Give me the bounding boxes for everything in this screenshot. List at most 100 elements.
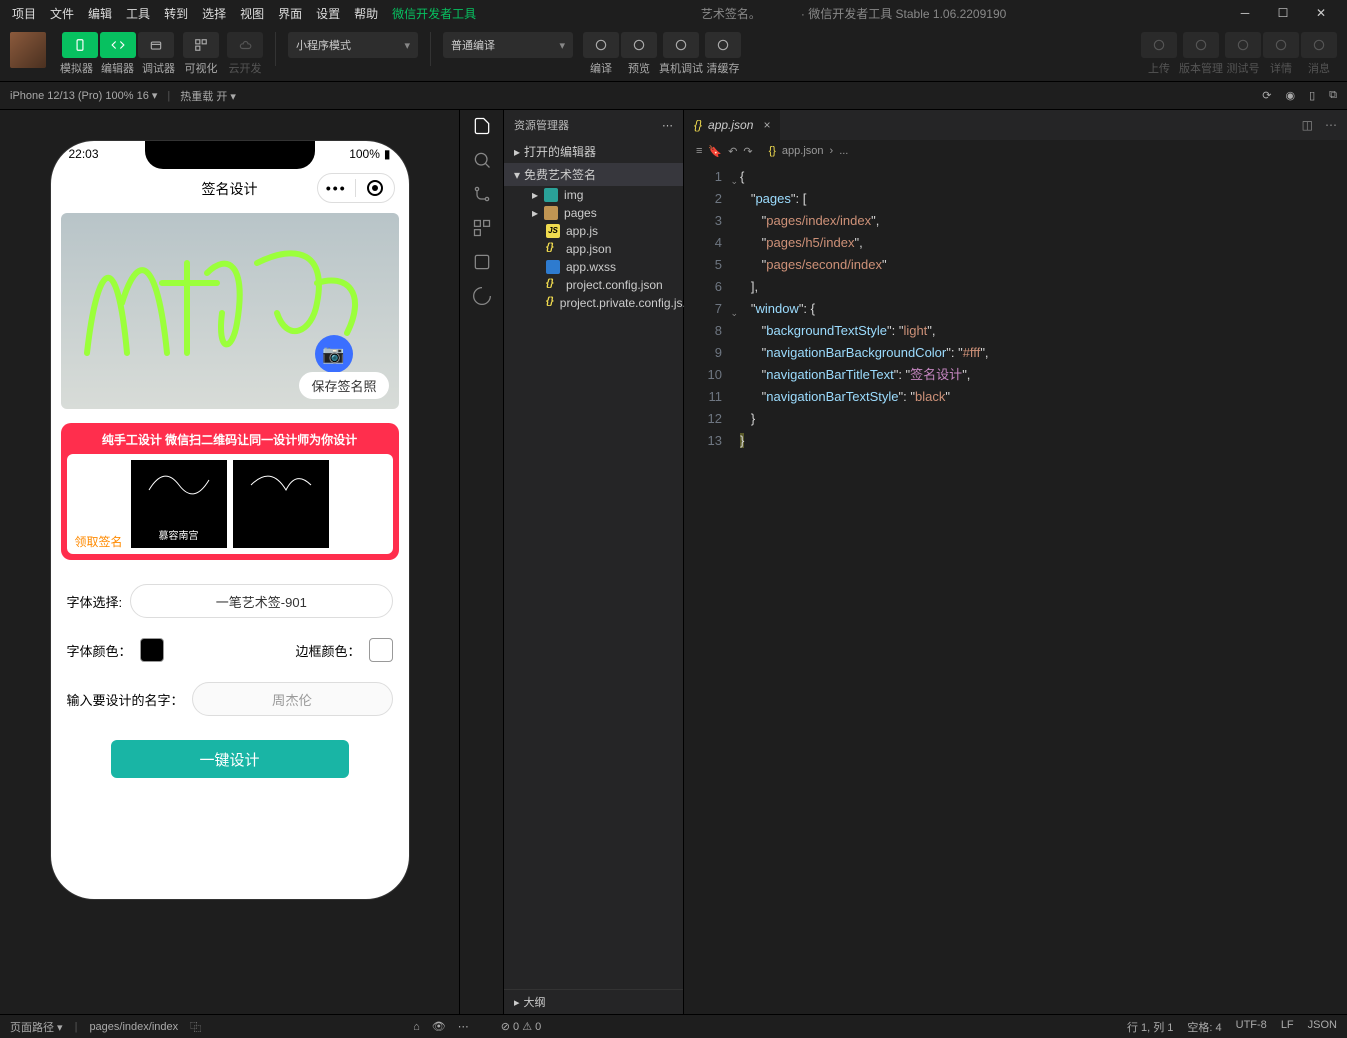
bug-icon[interactable]: ⌂ xyxy=(413,1021,420,1033)
menu-item[interactable]: 项目 xyxy=(12,5,36,22)
save-button[interactable]: 保存签名照 xyxy=(299,372,388,399)
design-button[interactable]: 一键设计 xyxy=(111,740,349,778)
page-path[interactable]: pages/index/index xyxy=(89,1021,178,1033)
copy-icon[interactable]: ⿻ xyxy=(190,1019,201,1035)
promo-box: 纯手工设计 微信扫二维码让同一设计师为你设计 慕容南宫 领取签名 xyxy=(61,423,399,560)
minimize-button[interactable]: ─ xyxy=(1231,4,1259,22)
capsule[interactable]: ••• xyxy=(317,173,395,203)
hot-reload[interactable]: 热重载 开 ▾ xyxy=(180,88,236,104)
refresh-icon[interactable]: ⟳ xyxy=(1262,89,1271,102)
menu-item[interactable]: 设置 xyxy=(316,5,340,22)
compile-select[interactable]: 普通编译▾ xyxy=(443,32,573,58)
tree-item[interactable]: {}project.private.config.js... xyxy=(504,294,683,312)
menu-item[interactable]: 界面 xyxy=(278,5,302,22)
split-icon[interactable]: ◫ xyxy=(1302,118,1313,132)
avatar[interactable] xyxy=(10,32,46,68)
window-title: · 微信开发者工具 Stable 1.06.2209190 xyxy=(801,5,1006,22)
sample-1[interactable]: 慕容南宫 xyxy=(131,460,227,548)
simulator-toggle[interactable] xyxy=(62,32,98,58)
menu-item[interactable]: 视图 xyxy=(240,5,264,22)
project-root[interactable]: ▾ 免费艺术签名 xyxy=(504,163,683,186)
sample-2[interactable] xyxy=(233,460,329,548)
problems[interactable]: ⊘ 0 ⚠ 0 xyxy=(501,1020,541,1033)
menu-item[interactable]: 微信开发者工具 xyxy=(392,5,476,22)
eol[interactable]: LF xyxy=(1281,1019,1294,1035)
toolbar-button[interactable] xyxy=(1141,32,1177,58)
lang[interactable]: JSON xyxy=(1308,1019,1337,1035)
breadcrumb[interactable]: ≡🔖↶↷{}app.json›... xyxy=(684,140,1347,162)
menu-item[interactable]: 文件 xyxy=(50,5,74,22)
device-icon[interactable]: ▯ xyxy=(1309,89,1315,102)
mode-select[interactable]: 小程序模式▾ xyxy=(288,32,418,58)
search-icon[interactable] xyxy=(472,150,492,170)
tree-item[interactable]: app.wxss xyxy=(504,258,683,276)
cursor-pos[interactable]: 行 1, 列 1 xyxy=(1127,1019,1173,1035)
page-path-label[interactable]: 页面路径 ▾ xyxy=(10,1019,63,1035)
open-editors[interactable]: ▸ 打开的编辑器 xyxy=(504,140,683,163)
code-area[interactable]: 1⌄{2 "pages": [3 "pages/index/index",4 "… xyxy=(684,162,1347,1014)
encoding[interactable]: UTF-8 xyxy=(1236,1019,1267,1035)
record-icon[interactable]: ◉ xyxy=(1285,89,1295,102)
maximize-button[interactable]: ☐ xyxy=(1269,4,1297,22)
visual-toggle[interactable] xyxy=(183,32,219,58)
menu-item[interactable]: 工具 xyxy=(126,5,150,22)
camera-icon[interactable]: 📷 xyxy=(315,335,353,373)
toolbar-button[interactable] xyxy=(1301,32,1337,58)
project-name: 艺术签名。 xyxy=(701,5,761,22)
more-icon[interactable]: ⋯ xyxy=(662,119,673,132)
toolbar-button[interactable] xyxy=(621,32,657,58)
close-mini-icon[interactable] xyxy=(356,180,394,196)
font-color-swatch[interactable] xyxy=(140,638,164,662)
simulator-pane: 22:03 100%▮ 签名设计 ••• 📷 保存签名照 纯手工设计 微信扫二维… xyxy=(0,110,460,1014)
menu-item[interactable]: 编辑 xyxy=(88,5,112,22)
tree-item[interactable]: ▸ img xyxy=(504,186,683,204)
eye-icon[interactable]: 👁 xyxy=(432,1020,446,1033)
tree-item[interactable]: ▸ pages xyxy=(504,204,683,222)
tree-item[interactable]: JSapp.js xyxy=(504,222,683,240)
outline[interactable]: ▸ 大纲 xyxy=(504,989,683,1014)
cloud-toggle[interactable] xyxy=(227,32,263,58)
indent[interactable]: 空格: 4 xyxy=(1187,1019,1221,1035)
git-icon[interactable] xyxy=(472,184,492,204)
toolbar-button[interactable] xyxy=(1225,32,1261,58)
more-icon[interactable]: ⋯ xyxy=(458,1020,469,1033)
close-button[interactable]: ✕ xyxy=(1307,4,1335,22)
statusbar: 页面路径 ▾ | pages/index/index ⿻ ⌂ 👁 ⋯ ⊘ 0 ⚠… xyxy=(0,1014,1347,1038)
popout-icon[interactable]: ⧉ xyxy=(1329,89,1337,102)
toolbar-button[interactable] xyxy=(663,32,699,58)
tree-item[interactable]: {}project.config.json xyxy=(504,276,683,294)
titlebar: 项目文件编辑工具转到选择视图界面设置帮助微信开发者工具 艺术签名。 · 微信开发… xyxy=(0,0,1347,26)
wx-icon[interactable] xyxy=(472,286,492,306)
tree-item[interactable]: {}app.json xyxy=(504,240,683,258)
main-menu: 项目文件编辑工具转到选择视图界面设置帮助微信开发者工具 xyxy=(6,5,476,22)
menu-icon[interactable]: ••• xyxy=(318,180,356,196)
menu-item[interactable]: 转到 xyxy=(164,5,188,22)
close-tab-icon[interactable]: × xyxy=(763,118,770,132)
menu-item[interactable]: 帮助 xyxy=(354,5,378,22)
editor-toggle[interactable] xyxy=(100,32,136,58)
simulator-bar: iPhone 12/13 (Pro) 100% 16 ▾ | 热重载 开 ▾ ⟳… xyxy=(0,82,1347,110)
toolbar-button[interactable] xyxy=(583,32,619,58)
border-color-swatch[interactable] xyxy=(369,638,393,662)
debug-icon[interactable] xyxy=(472,252,492,272)
toolbar-button[interactable] xyxy=(705,32,741,58)
activity-bar xyxy=(460,110,504,1014)
status-time: 22:03 xyxy=(69,147,99,161)
ext-icon[interactable] xyxy=(472,218,492,238)
name-input[interactable] xyxy=(192,682,393,716)
notch xyxy=(145,141,315,169)
font-picker[interactable]: 一笔艺术签-901 xyxy=(130,584,392,618)
battery-icon: ▮ xyxy=(384,147,391,161)
get-signature-link[interactable]: 领取签名 xyxy=(75,533,123,550)
more-icon[interactable]: ⋯ xyxy=(1325,118,1337,132)
phone-frame: 22:03 100%▮ 签名设计 ••• 📷 保存签名照 纯手工设计 微信扫二维… xyxy=(50,140,410,900)
debugger-toggle[interactable] xyxy=(138,32,174,58)
device-select[interactable]: iPhone 12/13 (Pro) 100% 16 ▾ xyxy=(10,89,157,102)
toolbar-button[interactable] xyxy=(1263,32,1299,58)
page-title: 签名设计 xyxy=(202,179,258,199)
toolbar-button[interactable] xyxy=(1183,32,1219,58)
explorer-icon[interactable] xyxy=(472,116,492,136)
menu-item[interactable]: 选择 xyxy=(202,5,226,22)
tab-app-json[interactable]: {}app.json× xyxy=(684,110,780,140)
signature-canvas[interactable]: 📷 保存签名照 xyxy=(61,213,399,409)
